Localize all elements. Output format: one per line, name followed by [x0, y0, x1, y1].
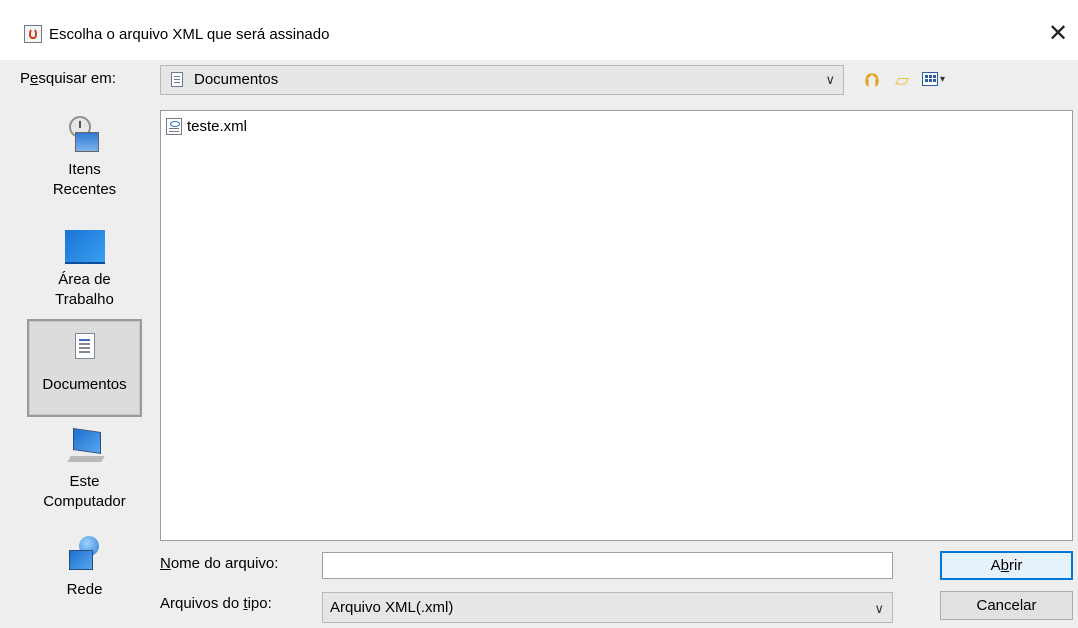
place-label: Computador: [43, 493, 126, 510]
file-name-label-mnemonic: N: [160, 555, 171, 572]
place-label: Itens: [68, 161, 101, 178]
computer-icon: [65, 428, 105, 468]
place-desktop[interactable]: Área de Trabalho: [27, 220, 142, 318]
file-chooser-dialog: Escolha o arquivo XML que será assinado …: [0, 0, 1078, 628]
open-button-label-part: rir: [1009, 557, 1023, 574]
look-in-label-part: P: [20, 70, 31, 87]
new-folder-icon[interactable]: ▱: [890, 68, 914, 92]
chevron-down-icon[interactable]: ∨: [874, 601, 884, 617]
place-recent-items[interactable]: Itens Recentes: [27, 110, 142, 210]
place-documents[interactable]: Documentos: [27, 319, 142, 417]
file-type-combo[interactable]: Arquivo XML(.xml) ∨: [322, 592, 893, 623]
close-button[interactable]: ✕: [1038, 15, 1078, 53]
details-view-icon: [922, 72, 938, 86]
look-in-combo[interactable]: Documentos ∨: [160, 65, 844, 95]
look-in-value: Documentos: [194, 71, 279, 88]
file-type-label-part: ipo:: [247, 595, 272, 612]
place-label: Este: [69, 473, 100, 490]
xml-file-icon: [166, 118, 182, 135]
file-name-label-part: ome do arquivo:: [170, 555, 279, 572]
file-list[interactable]: teste.xml: [160, 110, 1073, 541]
look-in-label: Pesquisar em:: [20, 70, 116, 87]
title-bar[interactable]: Escolha o arquivo XML que será assinado …: [0, 0, 1078, 60]
documents-folder-icon: [171, 72, 183, 87]
file-type-value: Arquivo XML(.xml): [330, 599, 454, 616]
recent-items-icon: [65, 116, 105, 156]
place-label: Trabalho: [55, 291, 114, 308]
network-icon: [65, 536, 105, 576]
places-bar: Itens Recentes Área de Trabalho Document…: [27, 110, 144, 628]
documents-icon: [65, 331, 105, 371]
desktop-icon: [64, 226, 105, 266]
up-folder-icon[interactable]: ⮉: [860, 68, 884, 92]
view-menu-icon[interactable]: ▾: [920, 68, 952, 92]
place-label: Área de: [58, 271, 111, 288]
open-button-mnemonic: b: [1000, 557, 1010, 574]
java-app-icon: [24, 25, 42, 43]
open-button-label-part: A: [990, 557, 1001, 574]
chevron-down-icon[interactable]: ∨: [825, 72, 835, 88]
place-label: Documentos: [42, 376, 127, 393]
place-label: Rede: [66, 581, 103, 598]
window-title: Escolha o arquivo XML que será assinado: [49, 26, 330, 43]
caret-down-icon: ▾: [940, 74, 946, 85]
cancel-button[interactable]: Cancelar: [940, 591, 1073, 620]
file-name-label: Nome do arquivo:: [160, 555, 278, 572]
open-button[interactable]: Abrir: [940, 551, 1073, 580]
look-in-label-part: squisar em:: [38, 70, 116, 87]
file-name-input[interactable]: [322, 552, 893, 579]
file-name: teste.xml: [187, 118, 248, 135]
place-label: Recentes: [52, 181, 117, 198]
place-this-computer[interactable]: Este Computador: [27, 424, 142, 522]
file-type-label: Arquivos do tipo:: [160, 595, 272, 612]
file-type-label-part: Arquivos do: [160, 595, 244, 612]
place-network[interactable]: Rede: [27, 530, 142, 620]
